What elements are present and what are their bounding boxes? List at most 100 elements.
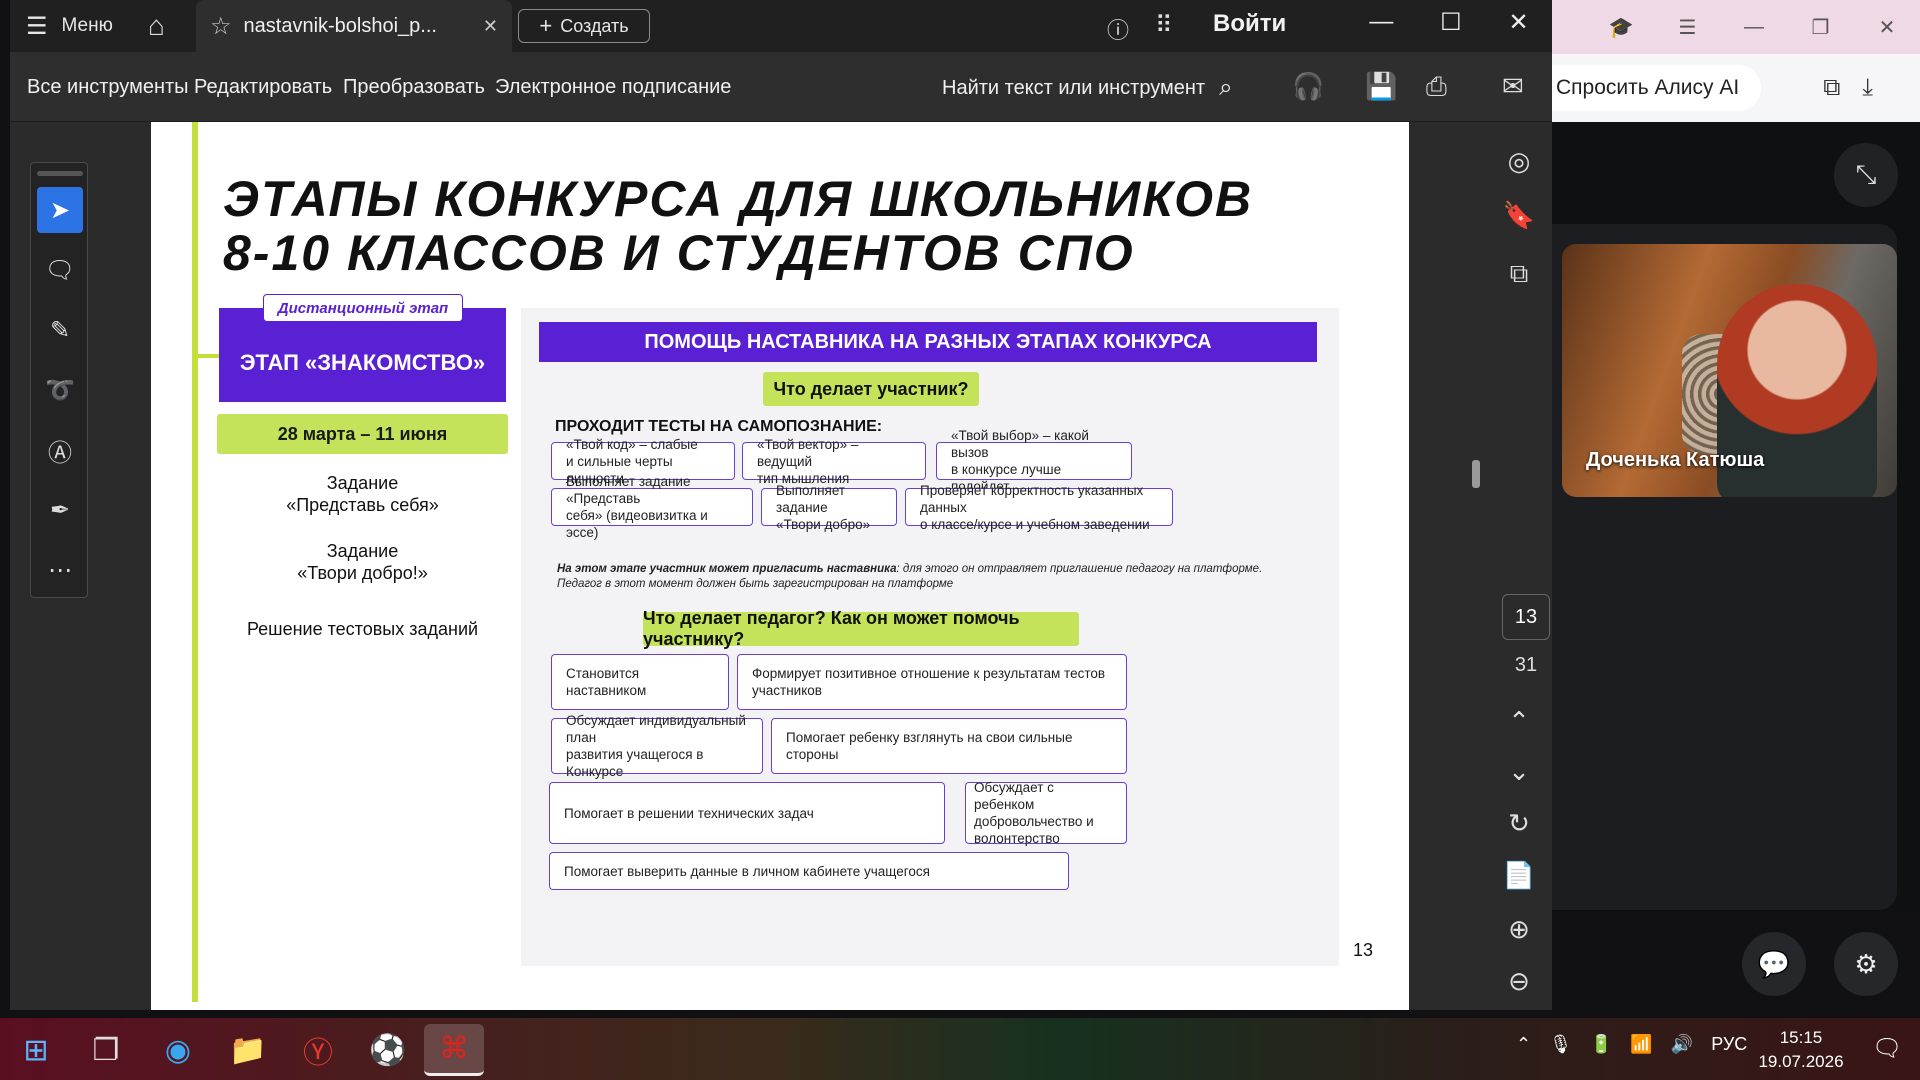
page-title-line2: 8-10 классов и студентов СПО	[223, 225, 1135, 281]
menu-button[interactable]: ☰ Меню	[26, 12, 113, 40]
sign-pen-icon[interactable]: ✒	[37, 487, 83, 533]
box-line: Обсуждает индивидуальный план	[566, 713, 746, 745]
highlight-pen-icon[interactable]: ✎	[37, 307, 83, 353]
help-panel-header: ПОМОЩЬ НАСТАВНИКА НА РАЗНЫХ ЭТАПАХ КОНКУ…	[539, 322, 1317, 362]
profile-icon[interactable]: 🎓	[1606, 15, 1636, 40]
minimize-icon[interactable]: —	[1369, 8, 1393, 37]
settings-gear-icon[interactable]: ⚙	[1834, 932, 1898, 996]
box-line: «Твори добро»	[776, 516, 871, 532]
teacher-box: Обсуждает индивидуальный план развития уч…	[551, 713, 763, 779]
bookmarks-icon[interactable]: 🔖	[1502, 200, 1536, 231]
chevron-up-icon[interactable]: ⌃	[1516, 1034, 1531, 1055]
text-box-icon[interactable]: Ⓐ	[37, 427, 83, 473]
start-windows-icon[interactable]: ⊞	[6, 1024, 66, 1076]
stage-tag: Дистанционный этап	[263, 294, 463, 322]
wifi-icon[interactable]: 📶	[1630, 1034, 1652, 1055]
scrollbar-thumb[interactable]	[1472, 460, 1480, 488]
volume-icon[interactable]: 🔊	[1671, 1034, 1693, 1055]
microphone-icon[interactable]: 🎙	[1549, 1034, 1572, 1055]
box-line: Выполняет задание «Представь	[566, 474, 691, 506]
teacher-box: Помогает в решении технических задач	[549, 782, 945, 844]
box-line: «Твой выбор» – какой вызов	[951, 428, 1089, 460]
print-icon[interactable]: ⎙	[1426, 71, 1447, 103]
edit-link[interactable]: Редактировать	[194, 76, 332, 99]
more-tools-icon[interactable]: ⋯	[37, 547, 83, 593]
participant-box: «Твой вектор» – ведущий тип мышления	[742, 437, 926, 486]
close-icon[interactable]: ✕	[1508, 8, 1528, 37]
all-tools-link[interactable]: Все инструменты	[27, 76, 189, 99]
extract-page-icon[interactable]: 📄	[1502, 860, 1536, 891]
ask-alice-button[interactable]: Спросить Алису AI	[1552, 65, 1762, 111]
star-icon[interactable]: ☆	[210, 12, 232, 41]
clock-date: 19.07.2026	[1758, 1052, 1844, 1071]
menu-label: Меню	[61, 15, 113, 36]
lasso-draw-icon[interactable]: ➰	[37, 367, 83, 413]
e-sign-link[interactable]: Электронное подписание	[495, 76, 731, 99]
task-view-icon[interactable]: ❐	[76, 1024, 136, 1076]
chat-icon[interactable]: 💬	[1742, 932, 1806, 996]
current-page-field[interactable]: 13	[1502, 594, 1550, 640]
edge-browser-icon[interactable]: ◉	[148, 1024, 208, 1076]
home-icon[interactable]: ⌂	[148, 10, 165, 42]
box-line: себя» (видеовизитка и эссе)	[566, 508, 708, 540]
question-teacher: Что делает педагог? Как он может помочь …	[643, 608, 1079, 649]
login-button[interactable]: Войти	[1213, 10, 1286, 38]
system-tray: ⌃ 🎙 🔋 📶 🔊 РУС	[1516, 1034, 1747, 1055]
find-text-or-tool[interactable]: Найти текст или инструмент ⌕	[942, 74, 1233, 102]
box-line: Выполняет задание	[776, 482, 846, 515]
notifications-icon[interactable]: 🗨	[1872, 1034, 1902, 1063]
restore-icon[interactable]: ❐	[1806, 15, 1836, 40]
create-button[interactable]: + Создать	[518, 9, 650, 43]
close-icon[interactable]: ✕	[1872, 15, 1902, 40]
box-line: о классе/курсе и учебном заведении	[920, 516, 1150, 532]
page-number: 13	[1353, 940, 1374, 960]
close-tab-icon[interactable]: ✕	[483, 16, 498, 37]
box-line: Проверяет корректность указанных данных	[920, 482, 1144, 515]
select-cursor-icon[interactable]: ➤	[37, 187, 83, 233]
rotate-icon[interactable]: ↻	[1502, 808, 1536, 839]
task-1-line1: Задание	[326, 473, 399, 493]
save-icon[interactable]: 💾	[1365, 71, 1397, 102]
yandex-browser-icon[interactable]: Ⓨ	[288, 1024, 348, 1076]
box-line: Обсуждает с ребенком	[974, 780, 1054, 812]
left-tool-rail: ➤ 🗨 ✎ ➰ Ⓐ ✒ ⋯	[30, 162, 88, 598]
document-tab-title: nastavnik-bolshoi_p...	[243, 14, 437, 37]
file-explorer-icon[interactable]: 📁	[218, 1024, 278, 1076]
chevron-up-icon[interactable]: ⌃	[1502, 706, 1536, 737]
task-1-line2: «Представь себя»	[286, 495, 439, 515]
box-line: Становится наставником	[566, 666, 647, 698]
comment-icon[interactable]: 🗨	[37, 247, 83, 293]
task-3: Решение тестовых заданий	[246, 619, 479, 639]
page-title-line1: Этапы конкурса для школьников	[223, 171, 1254, 227]
mail-icon[interactable]: ✉	[1502, 71, 1524, 102]
battery-icon[interactable]: 🔋	[1590, 1034, 1612, 1055]
clock[interactable]: 15:15 19.07.2026	[1758, 1026, 1844, 1074]
rail-grip[interactable]	[37, 171, 83, 176]
pages-thumbnails-icon[interactable]: ⧉	[1502, 258, 1536, 290]
acrobat-taskbar-icon[interactable]: ⌘	[424, 1024, 484, 1076]
teacher-box: Помогает выверить данные в личном кабине…	[549, 852, 1069, 890]
minimize-icon[interactable]: —	[1739, 16, 1769, 39]
convert-link[interactable]: Преобразовать	[343, 76, 485, 99]
zoom-out-icon[interactable]: ⊖	[1502, 966, 1536, 997]
help-icon[interactable]: ⓘ	[1107, 13, 1129, 45]
download-icon[interactable]: ⤓	[1862, 74, 1873, 102]
menu-icon[interactable]: ☰	[1673, 15, 1703, 40]
maximize-icon[interactable]: ☐	[1440, 8, 1462, 37]
participant-box: Выполняет задание «Представь себя» (видео…	[551, 474, 753, 540]
ai-assistant-icon[interactable]: ◎	[1502, 146, 1536, 177]
headphones-icon[interactable]: 🎧	[1292, 71, 1324, 102]
chevron-down-icon[interactable]: ⌄	[1502, 756, 1536, 787]
document-tab[interactable]: ☆ nastavnik-bolshoi_p... ✕	[196, 0, 512, 52]
clock-time: 15:15	[1779, 1028, 1823, 1047]
translate-icon[interactable]: ⧉	[1823, 74, 1840, 102]
video-call-app-icon[interactable]: ⚽	[358, 1024, 418, 1076]
language-indicator[interactable]: РУС	[1711, 1034, 1747, 1055]
box-line: добровольчество и	[974, 814, 1094, 829]
apps-grid-icon[interactable]: ⠿	[1155, 11, 1173, 40]
zoom-in-icon[interactable]: ⊕	[1502, 914, 1536, 945]
timeline-tick	[198, 354, 220, 358]
collapse-icon[interactable]: ⤡	[1834, 143, 1898, 207]
teacher-box: Становится наставником	[551, 654, 729, 710]
box-line: развития учащегося в Конкурсе	[566, 747, 704, 779]
